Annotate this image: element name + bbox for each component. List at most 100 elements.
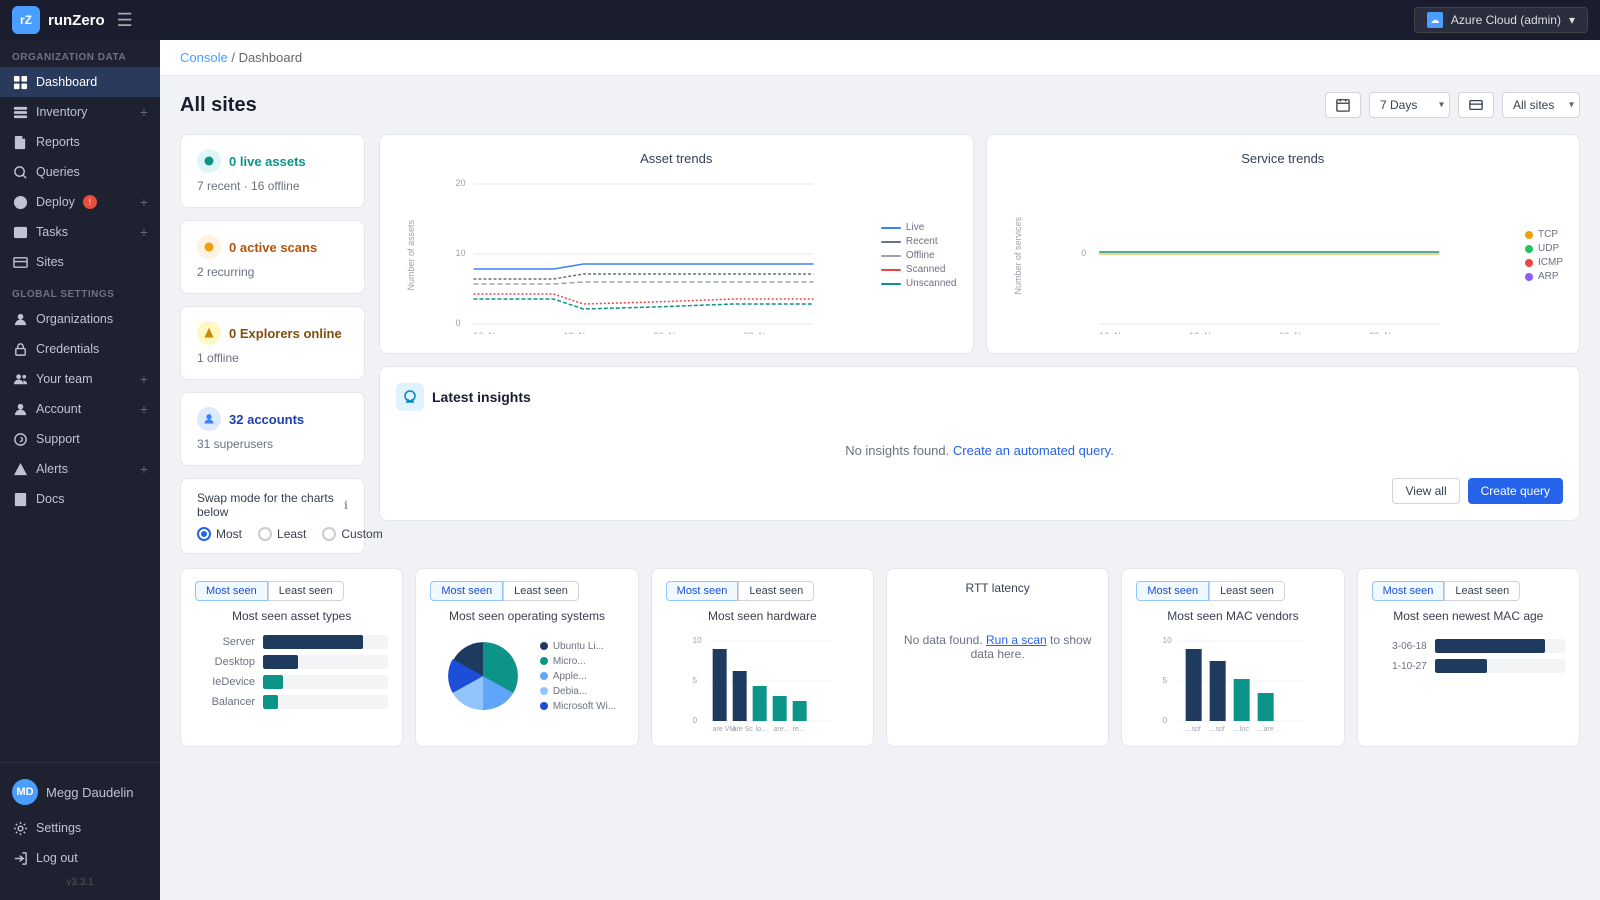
- svg-text:20. Nov: 20. Nov: [1279, 331, 1311, 334]
- service-trends-y-label: Number of services: [1013, 217, 1023, 295]
- hardware-least-btn[interactable]: Least seen: [738, 581, 814, 601]
- hardware-most-btn[interactable]: Most seen: [666, 581, 739, 601]
- bar-row-balancer: Balancer: [195, 695, 388, 709]
- sidebar-item-reports-label: Reports: [36, 135, 80, 149]
- os-toggle: Most seen Least seen: [430, 581, 623, 601]
- os-least-btn[interactable]: Least seen: [503, 581, 579, 601]
- stat-header-live: 0 live assets: [197, 149, 348, 173]
- create-automated-query-link[interactable]: Create an automated query.: [953, 443, 1114, 458]
- bottom-chart-os: Most seen Least seen Most seen operating…: [415, 568, 638, 747]
- mac-vendors-least-btn[interactable]: Least seen: [1209, 581, 1285, 601]
- sidebar-item-inventory-label: Inventory: [36, 105, 87, 119]
- stat-header-scans: 0 active scans: [197, 235, 348, 259]
- sidebar-item-credentials[interactable]: Credentials: [0, 334, 160, 364]
- legend-unscanned: Unscanned: [881, 278, 957, 289]
- sidebar-item-deploy[interactable]: Deploy ! +: [0, 187, 160, 217]
- swap-most-radio[interactable]: [197, 527, 211, 541]
- sites-icon: [12, 254, 28, 270]
- svg-text:10: 10: [455, 248, 465, 258]
- insights-title: Latest insights: [432, 389, 531, 405]
- cloud-selector[interactable]: ☁ Azure Cloud (admin) ▾: [1414, 7, 1588, 33]
- sidebar-item-tasks[interactable]: Tasks +: [0, 217, 160, 247]
- mac-age-most-btn[interactable]: Most seen: [1372, 581, 1445, 601]
- insights-footer: View all Create query: [396, 478, 1563, 504]
- sidebar-item-inventory[interactable]: Inventory +: [0, 97, 160, 127]
- accounts-count: 32 accounts: [229, 412, 304, 427]
- sidebar-item-dashboard[interactable]: Dashboard: [0, 67, 160, 97]
- swap-least-radio[interactable]: [258, 527, 272, 541]
- inventory-plus-icon: +: [140, 104, 148, 120]
- legend-live: Live: [881, 222, 957, 233]
- mac-age-toggle: Most seen Least seen: [1372, 581, 1565, 601]
- stat-header-accounts: 32 accounts: [197, 407, 348, 431]
- credentials-icon: [12, 341, 28, 357]
- sidebar-item-support[interactable]: Support: [0, 424, 160, 454]
- legend-offline-line: [881, 255, 901, 257]
- bar-row-server: Server: [195, 635, 388, 649]
- svg-text:...are: ...are: [1258, 726, 1274, 731]
- swap-custom[interactable]: Custom: [322, 527, 382, 541]
- bar-balancer: [263, 695, 278, 709]
- swap-mode-section: Swap mode for the charts below ℹ Most Le…: [180, 478, 365, 554]
- swap-least[interactable]: Least: [258, 527, 306, 541]
- insights-body: No insights found. Create an automated q…: [396, 423, 1563, 478]
- sidebar-item-settings[interactable]: Settings: [0, 813, 160, 843]
- swap-custom-radio[interactable]: [322, 527, 336, 541]
- create-query-button[interactable]: Create query: [1468, 478, 1563, 504]
- page-controls: 7 Days 30 Days 90 Days All sites: [1325, 92, 1580, 118]
- sidebar-item-docs[interactable]: Docs: [0, 484, 160, 514]
- sidebar-item-logout[interactable]: Log out: [0, 843, 160, 873]
- swap-radio-group: Most Least Custom: [197, 527, 348, 541]
- legend-ubuntu: Ubuntu Li...: [540, 641, 616, 652]
- sidebar-item-your-team[interactable]: Your team +: [0, 364, 160, 394]
- swap-info-icon[interactable]: ℹ: [344, 499, 348, 512]
- svg-text:10: 10: [1163, 636, 1172, 645]
- global-section-label: GLOBAL SETTINGS: [0, 277, 160, 304]
- mac-age-least-btn[interactable]: Least seen: [1444, 581, 1520, 601]
- svg-text:18. Nov: 18. Nov: [1189, 331, 1221, 334]
- inventory-icon: [12, 104, 28, 120]
- bar-row-mac1: 3-06-18: [1372, 639, 1565, 653]
- period-select[interactable]: 7 Days 30 Days 90 Days: [1369, 92, 1450, 118]
- run-scan-link[interactable]: Run a scan: [986, 633, 1047, 647]
- site-select[interactable]: All sites: [1502, 92, 1580, 118]
- hamburger-icon[interactable]: ☰: [117, 10, 133, 31]
- svg-text:...sof: ...sof: [1210, 726, 1225, 731]
- swap-most[interactable]: Most: [197, 527, 242, 541]
- mac-vendors-most-btn[interactable]: Most seen: [1136, 581, 1209, 601]
- svg-text:22. Nov: 22. Nov: [743, 331, 775, 334]
- sidebar-item-account[interactable]: Account +: [0, 394, 160, 424]
- bottom-chart-mac-age: Most seen Least seen Most seen newest MA…: [1357, 568, 1580, 747]
- deploy-badge: !: [83, 195, 97, 209]
- sidebar-item-reports[interactable]: Reports: [0, 127, 160, 157]
- settings-label: Settings: [36, 821, 81, 835]
- os-legend: Ubuntu Li... Micro... Apple... Debia... …: [540, 641, 616, 712]
- asset-types-most-btn[interactable]: Most seen: [195, 581, 268, 601]
- sites-icon-button[interactable]: [1458, 92, 1494, 118]
- legend-live-line: [881, 227, 901, 229]
- breadcrumb-parent[interactable]: Console: [180, 50, 228, 65]
- asset-types-least-btn[interactable]: Least seen: [268, 581, 344, 601]
- live-assets-count: 0 live assets: [229, 154, 306, 169]
- sidebar-item-sites[interactable]: Sites: [0, 247, 160, 277]
- your-team-plus-icon: +: [140, 371, 148, 387]
- legend-arp-dot: [1525, 273, 1533, 281]
- view-all-button[interactable]: View all: [1392, 478, 1459, 504]
- insights-header: Latest insights: [396, 383, 1563, 411]
- user-profile[interactable]: MD Megg Daudelin: [0, 771, 160, 813]
- os-most-btn[interactable]: Most seen: [430, 581, 503, 601]
- asset-types-bars: Server Desktop IeDevice Balancer: [195, 631, 388, 713]
- bottom-chart-hardware: Most seen Least seen Most seen hardware …: [651, 568, 874, 747]
- sidebar-item-queries[interactable]: Queries: [0, 157, 160, 187]
- bar-server: [263, 635, 363, 649]
- sidebar-item-dashboard-label: Dashboard: [36, 75, 97, 89]
- account-icon: [12, 401, 28, 417]
- sidebar-item-alerts[interactable]: Alerts +: [0, 454, 160, 484]
- bar-iedevice: [263, 675, 283, 689]
- sites-filter-icon: [1469, 98, 1483, 112]
- svg-text:22. Nov: 22. Nov: [1369, 331, 1401, 334]
- calendar-button[interactable]: [1325, 92, 1361, 118]
- sidebar-item-organizations[interactable]: Organizations: [0, 304, 160, 334]
- svg-text:20: 20: [455, 178, 465, 188]
- legend-recent-line: [881, 241, 901, 243]
